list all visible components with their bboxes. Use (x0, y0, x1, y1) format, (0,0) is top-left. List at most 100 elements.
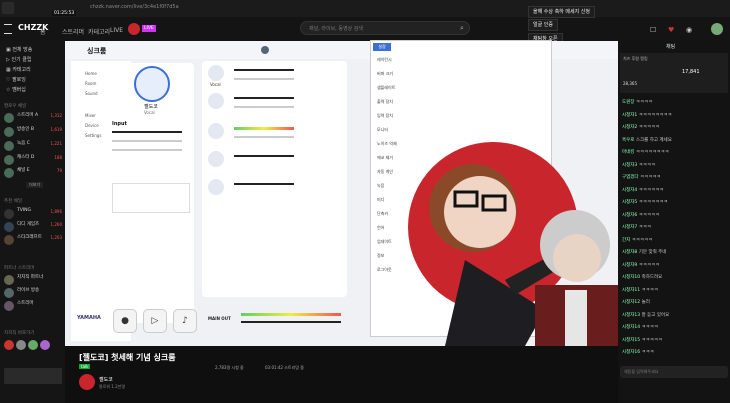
bell-icon[interactable]: ◉ (686, 26, 692, 34)
chat-username[interactable]: 시청자3 (622, 163, 637, 168)
chat-username[interactable]: 시청자12 (622, 300, 640, 305)
user-avatar[interactable] (711, 23, 723, 35)
bookmark-icon[interactable]: ☐ (650, 26, 656, 34)
input-slider[interactable] (112, 149, 182, 151)
promo-banner[interactable] (4, 368, 62, 384)
search-input[interactable]: 채널, 라이브, 동영상 검색 (300, 21, 470, 35)
channel-avatar (208, 151, 224, 167)
chat-username[interactable]: 시청자6 (622, 213, 637, 218)
channel-item[interactable]: 캐스터 D 188 (4, 154, 64, 168)
popup-item[interactable]: 얼굴 인증 (528, 19, 558, 31)
mic-button[interactable]: ♪ (173, 309, 197, 333)
chat-text: ㅋㅋㅋㅋㅋ (638, 212, 660, 218)
master-label: MAIN OUT (208, 316, 231, 321)
donation-sub: 28,365 (623, 81, 637, 86)
heart-icon[interactable]: ♥ (668, 26, 674, 34)
shortcut-icon[interactable] (4, 340, 14, 350)
fader[interactable] (234, 97, 294, 99)
sidebar-item-clip[interactable]: ▷ 인기 클립 (6, 56, 31, 63)
chat-username[interactable]: 시청자11 (622, 288, 640, 293)
chat-username[interactable]: 시청자10 (622, 275, 640, 280)
more-button[interactable]: 더보기 (26, 182, 44, 188)
channel-item[interactable]: 채널 E 79 (4, 167, 64, 181)
fader[interactable] (234, 106, 294, 108)
channel-item[interactable]: 라이브 방송 (4, 287, 64, 301)
channel-item[interactable]: 스트리머 A 1,312 (4, 112, 64, 126)
play-button[interactable]: ▷ (143, 309, 167, 333)
search-icon[interactable]: ⌕ (460, 24, 464, 33)
live-badge: LIVE (142, 25, 156, 32)
chat-message: 시청자13 잘 듣고 있어요 (622, 312, 728, 318)
record-button[interactable]: ● (113, 309, 137, 333)
streamer-avatar[interactable] (128, 23, 140, 35)
category-badge[interactable]: talk (79, 364, 91, 369)
chat-title: 채팅 (666, 44, 676, 50)
chat-text: 스크롤 하고 계세요 (635, 137, 672, 143)
chat-text: ㅋㅋㅋㅋㅋ (640, 175, 661, 180)
shortcut-icon[interactable] (16, 340, 26, 350)
settings-item: 녹음 (377, 183, 385, 188)
chat-username[interactable]: 구엽겠다 (622, 175, 639, 180)
info-box (112, 183, 190, 213)
channel-item[interactable]: 스트리머 (4, 300, 64, 314)
chat-text: ㅋㅋㅋㅋㅋㅋ (638, 187, 664, 193)
chat-username[interactable]: 시청자13 (622, 313, 640, 318)
fader[interactable] (234, 136, 294, 138)
chat-username[interactable]: 시청자4 (622, 188, 637, 193)
chat-username[interactable]: 간지 (622, 238, 630, 243)
streamer-name[interactable]: 젤도코 (99, 376, 113, 383)
nav-streamer[interactable]: 스트리머 (62, 27, 84, 36)
nav-category[interactable]: 카테고리 (88, 27, 110, 36)
chat-username[interactable]: 시청자14 (622, 325, 640, 330)
settings-item: 입력 장치 (377, 113, 393, 118)
chat-username[interactable]: 시청자8 (622, 250, 637, 255)
channel-name: 치지직 파트너 (17, 275, 44, 280)
fader[interactable] (234, 155, 294, 157)
chat-username[interactable]: 마네킹 (622, 150, 634, 155)
chat-username[interactable]: 시청자9 (622, 263, 637, 268)
sidebar-item-all[interactable]: ▣ 전체 방송 (6, 46, 32, 53)
chat-message: 시청자8 기분 맞춰 주네 (622, 249, 728, 255)
chat-input[interactable]: 채팅을 입력해주세요 (620, 366, 728, 378)
master-fader[interactable] (241, 321, 341, 323)
chat-text: ㅋㅋㅋㅋ (635, 100, 653, 105)
channel-item[interactable]: TVING 1,896 (4, 208, 64, 222)
chat-username[interactable]: 흑우로 (622, 138, 634, 143)
chat-panel: 채팅 치즈 후원 랭킹 17,841 28,365 도원장 ㅋㅋㅋㅋ 시청자1 ㅋ… (618, 41, 730, 403)
sidebar-item-following[interactable]: ♡ 팔로잉 (6, 76, 26, 83)
popup-item[interactable]: 올해 수상 축하 메세지 신청 (528, 6, 595, 18)
chat-username[interactable]: 시청자5 (622, 200, 637, 205)
fader[interactable] (234, 78, 294, 80)
channel-item[interactable]: 방송인 B 1,619 (4, 126, 64, 140)
chat-username[interactable]: 시청자15 (622, 338, 640, 343)
channel-avatar (208, 179, 224, 195)
nav-home[interactable]: 홈 (40, 27, 46, 36)
streamer-avatar[interactable] (79, 374, 95, 390)
fader[interactable] (234, 69, 294, 71)
address-bar[interactable]: chzzk.naver.com/live/3c4e1f0f7d5a (90, 4, 179, 10)
channel-item[interactable]: 스타크래프트 1,203 (4, 234, 64, 248)
nav-live[interactable]: LIVE (110, 27, 123, 34)
chat-username[interactable]: 시청자7 (622, 225, 637, 230)
input-slider[interactable] (112, 140, 182, 142)
chat-message: 시청자2 ㅋㅋㅋㅋㅋ (622, 124, 728, 130)
chat-username[interactable]: 시청자1 (622, 113, 637, 118)
channel-item[interactable]: 치지직 파트너 (4, 274, 64, 288)
settings-item: 자동 게인 (377, 169, 393, 174)
menu-icon[interactable] (4, 24, 12, 34)
viewer-count: 1,260 (50, 222, 62, 227)
sidebar-item-category[interactable]: ▦ 카테고리 (6, 66, 31, 73)
channel-item[interactable]: 디디 게임즈 1,260 (4, 221, 64, 235)
settings-item: 모니터 (377, 127, 389, 132)
channel-name: 스트리머 (17, 301, 34, 306)
chat-username[interactable]: 시청자16 (622, 350, 640, 355)
shortcut-icon[interactable] (40, 340, 50, 350)
chat-username[interactable]: 도원장 (622, 100, 634, 105)
chat-username[interactable]: 시청자2 (622, 125, 637, 130)
input-slider[interactable] (112, 131, 182, 133)
channel-item[interactable]: 녹음 C 1,221 (4, 140, 64, 154)
settings-item: 에코 제거 (377, 155, 393, 160)
sidebar-item-membership[interactable]: ☆ 멤버십 (6, 86, 26, 93)
shortcut-icon[interactable] (28, 340, 38, 350)
fader[interactable] (234, 183, 294, 185)
